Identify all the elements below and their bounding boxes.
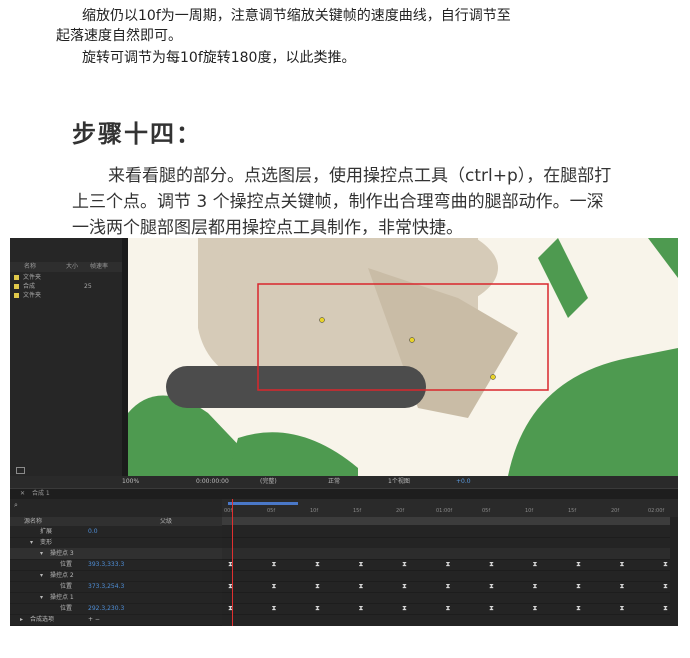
- keyframe-marker[interactable]: ⧗: [576, 581, 581, 592]
- project-item[interactable]: 文件夹: [14, 274, 41, 282]
- comp-color-swatch: [14, 284, 19, 289]
- after-effects-screenshot: 名称 大小 帧速率 文件夹 合成 25 文件夹 100% 0:00:00:00 …: [10, 238, 678, 626]
- keyframe-marker[interactable]: ⧗: [359, 559, 364, 570]
- dark-bar-shape: [166, 366, 426, 408]
- comp-duration-bar[interactable]: [222, 517, 670, 525]
- keyframe-marker[interactable]: ⧗: [489, 581, 494, 592]
- project-panel: 名称 大小 帧速率 文件夹 合成 25 文件夹: [10, 238, 123, 476]
- step-heading: 步骤十四：: [72, 120, 202, 148]
- keyframe-marker[interactable]: ⧗: [402, 603, 407, 614]
- header-name: 名称: [24, 263, 37, 270]
- layer-list: 扩展 0.0 ▾ 变形 ▾ 操控点 3 位置 393.3,333.3 ▾ 操控点 2 位置…: [10, 526, 222, 626]
- keyframe-marker[interactable]: ⧗: [576, 559, 581, 570]
- keyframe-marker[interactable]: ⧗: [446, 559, 451, 570]
- keyframe-marker[interactable]: ⧗: [489, 603, 494, 614]
- keyframe-marker[interactable]: ⧗: [446, 581, 451, 592]
- puppet-pin: [490, 374, 496, 380]
- keyframe-marker[interactable]: ⧗: [620, 559, 625, 570]
- keyframe-marker[interactable]: ⧗: [489, 559, 494, 570]
- work-area-bar[interactable]: [228, 502, 298, 505]
- keyframe-marker[interactable]: ⧗: [272, 603, 277, 614]
- keyframe-marker[interactable]: ⧗: [533, 603, 538, 614]
- keyframe-marker[interactable]: ⧗: [663, 559, 668, 570]
- keyframe-marker[interactable]: ⧗: [315, 581, 320, 592]
- timecode-display[interactable]: 0:00:00:00: [196, 476, 229, 488]
- puppet-pin: [319, 317, 325, 323]
- keyframe-marker[interactable]: ⧗: [533, 581, 538, 592]
- close-icon[interactable]: ✕: [20, 489, 25, 499]
- composition-artwork: [128, 238, 678, 476]
- view-layout-dropdown[interactable]: 1个视图: [388, 476, 410, 488]
- keyframe-marker[interactable]: ⧗: [663, 581, 668, 592]
- paragraph-line: 起落速度自然即可。: [56, 28, 182, 44]
- time-ruler[interactable]: 00f 05f 10f 15f 20f 01:00f 05f 10f 15f 2…: [222, 499, 678, 517]
- track-row: ⧗ ⧗ ⧗ ⧗ ⧗ ⧗ ⧗ ⧗ ⧗ ⧗ ⧗: [222, 603, 670, 615]
- keyframe-marker[interactable]: ⧗: [315, 603, 320, 614]
- project-panel-header: 名称 大小 帧速率: [10, 262, 122, 272]
- folder-color-swatch: [14, 293, 19, 298]
- paragraph-line: 缩放仍以10f为一周期，注意调节缩放关键帧的速度曲线，自行调节至: [82, 8, 511, 24]
- project-item[interactable]: 文件夹: [14, 292, 41, 300]
- timeline-tracks[interactable]: 00f 05f 10f 15f 20f 01:00f 05f 10f 15f 2…: [222, 499, 678, 626]
- keyframe-marker[interactable]: ⧗: [576, 603, 581, 614]
- viewer-toolbar: 100% 0:00:00:00 (完整) 正常 1个视图 +0.0: [10, 476, 678, 488]
- playhead[interactable]: [232, 499, 233, 626]
- exposure-value[interactable]: +0.0: [456, 476, 471, 488]
- search-icon[interactable]: ⌕: [14, 501, 18, 510]
- keyframe-marker[interactable]: ⧗: [533, 559, 538, 570]
- keyframe-marker[interactable]: ⧗: [620, 581, 625, 592]
- blend-mode-dropdown[interactable]: 正常: [328, 476, 340, 488]
- header-size: 大小: [66, 263, 79, 270]
- keyframe-marker[interactable]: ⧗: [359, 581, 364, 592]
- folder-color-swatch: [14, 275, 19, 280]
- zoom-dropdown[interactable]: 100%: [122, 476, 139, 488]
- puppet-pin: [409, 337, 415, 343]
- trash-icon[interactable]: [16, 467, 25, 474]
- paragraph-line: 旋转可调节为每10f旋转180度，以此类推。: [82, 50, 356, 66]
- project-item[interactable]: 合成 25: [14, 283, 92, 291]
- keyframe-marker[interactable]: ⧗: [272, 559, 277, 570]
- keyframe-marker[interactable]: ⧗: [663, 603, 668, 614]
- keyframe-marker[interactable]: ⧗: [315, 559, 320, 570]
- layer-row[interactable]: ▸ 合成选项 + −: [10, 614, 222, 626]
- timeline-tab[interactable]: ✕ 合成 1: [10, 488, 678, 499]
- resolution-dropdown[interactable]: (完整): [260, 476, 277, 488]
- composition-viewer[interactable]: [128, 238, 678, 476]
- keyframe-marker[interactable]: ⧗: [446, 603, 451, 614]
- keyframe-marker[interactable]: ⧗: [402, 581, 407, 592]
- body-paragraph: 来看看腿的部分。点选图层，使用操控点工具（ctrl+p），在腿部打上三个点。调节…: [72, 166, 612, 238]
- header-rate: 帧速率: [90, 263, 109, 270]
- keyframe-marker[interactable]: ⧗: [620, 603, 625, 614]
- keyframe-marker[interactable]: ⧗: [272, 581, 277, 592]
- keyframe-marker[interactable]: ⧗: [359, 603, 364, 614]
- keyframe-marker[interactable]: ⧗: [402, 559, 407, 570]
